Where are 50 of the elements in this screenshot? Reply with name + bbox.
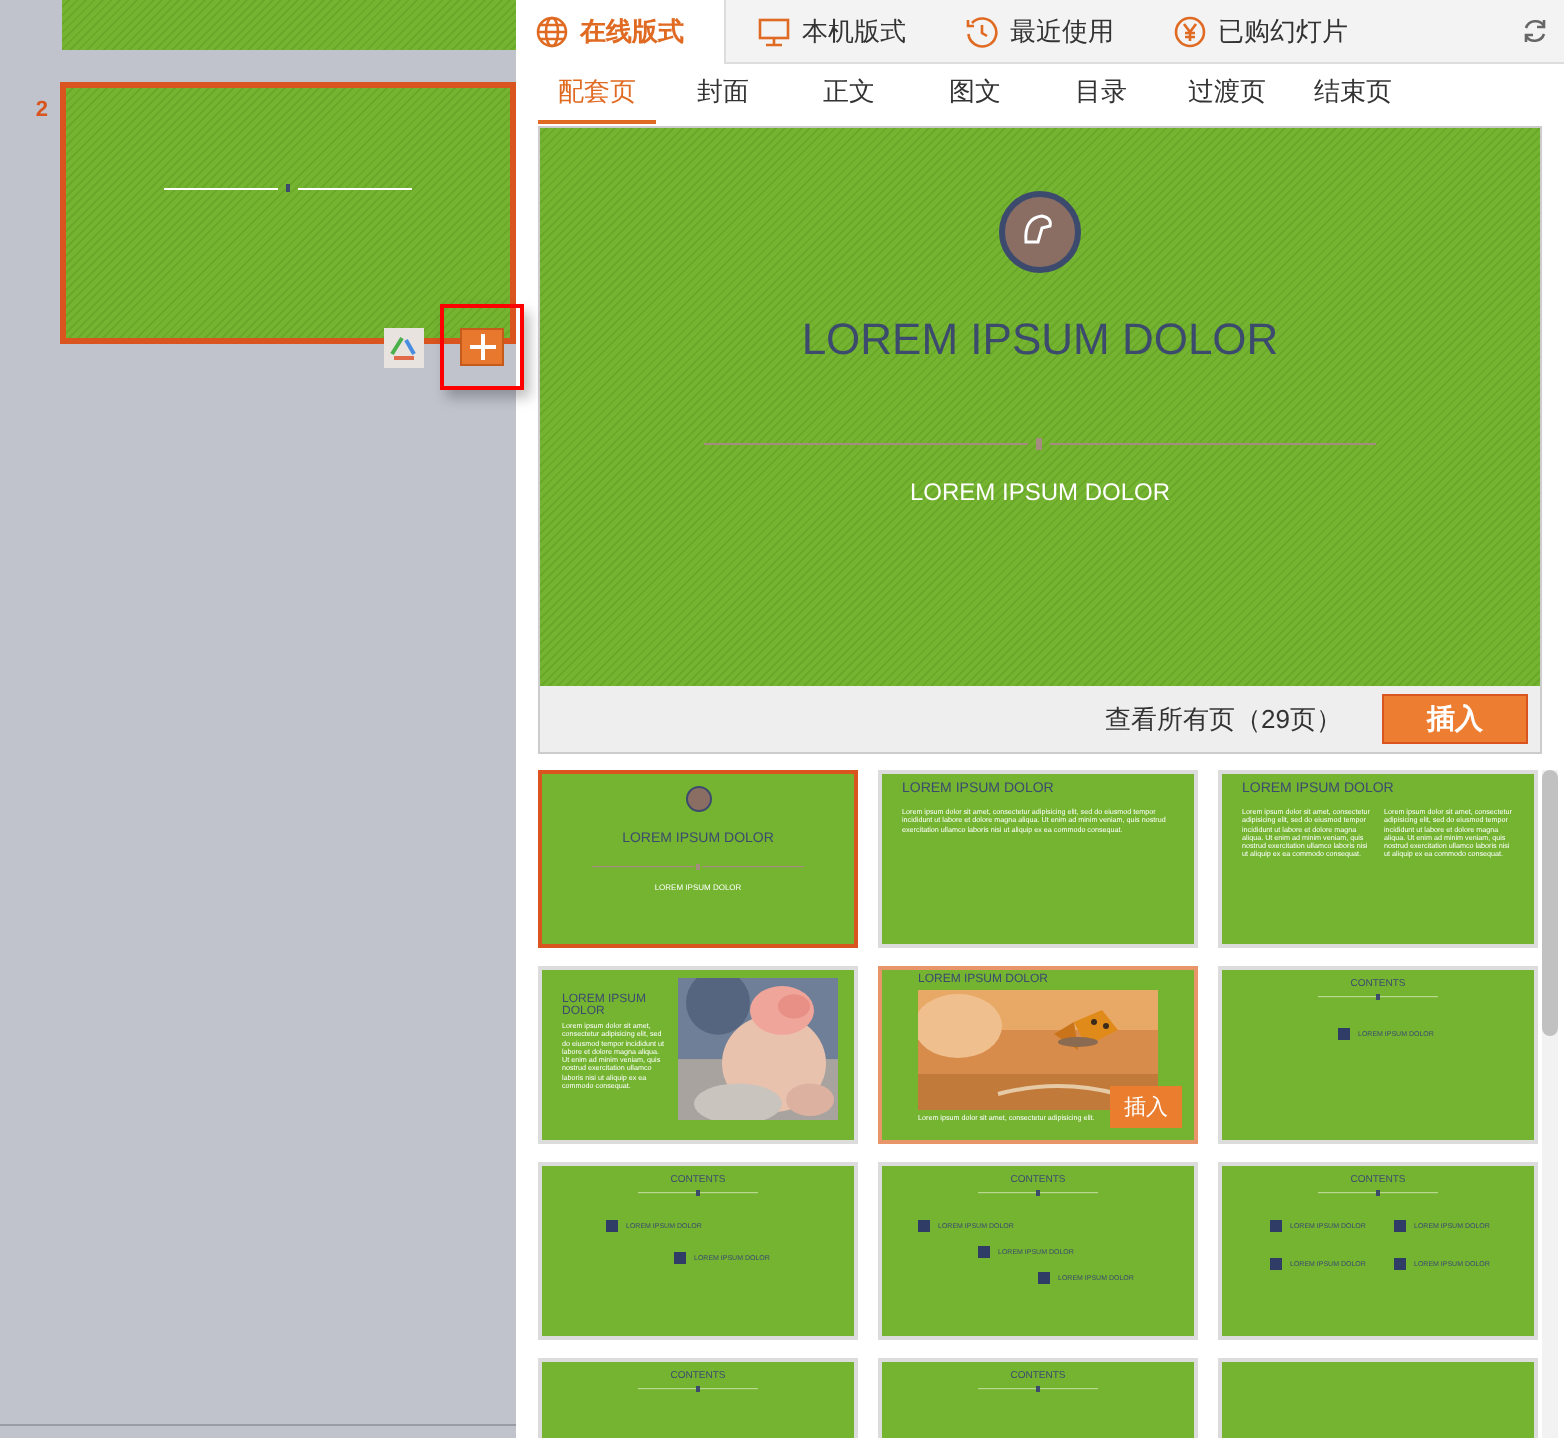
scrollbar[interactable] [1542, 770, 1558, 1438]
slide-number: 2 [35, 98, 48, 122]
category-tab[interactable]: 封面 [664, 64, 782, 124]
divider-line-drawing [638, 1386, 758, 1392]
slide-thumbnail[interactable] [60, 82, 516, 344]
view-all-pages-link[interactable]: 查看所有页（29页） [1105, 701, 1342, 737]
item-badge-icon [1394, 1258, 1406, 1270]
tab[interactable]: 最近使用 [946, 0, 1142, 62]
plus-icon [469, 334, 495, 360]
insert-button[interactable]: 插入 [1110, 1086, 1182, 1128]
emblem-icon [998, 190, 1082, 274]
item-badge-icon [1394, 1220, 1406, 1232]
yen-icon [1174, 15, 1206, 47]
clock-icon [966, 15, 998, 47]
slide-template-card[interactable] [1218, 770, 1538, 948]
scrollbar-thumb[interactable] [1542, 770, 1558, 1036]
divider-line-drawing [1318, 994, 1438, 1000]
globe-icon [536, 16, 568, 48]
item-badge-icon [1270, 1220, 1282, 1232]
slide-thumbnail[interactable] [62, 0, 516, 50]
tab[interactable]: 已购幻灯片 [1154, 0, 1376, 62]
divider-line-drawing [638, 1190, 758, 1196]
insert-button[interactable]: 插入 [1382, 694, 1528, 744]
divider-line-drawing [978, 1190, 1098, 1196]
category-tab[interactable]: 配套页 [538, 64, 656, 124]
monitor-icon [758, 15, 790, 47]
category-tab[interactable]: 结束页 [1294, 64, 1412, 124]
category-tab[interactable]: 图文 [916, 64, 1034, 124]
category-tab[interactable]: 正文 [790, 64, 908, 124]
slide-title: LOREM IPSUM DOLOR [801, 314, 1279, 366]
tab[interactable]: 在线版式 [516, 0, 726, 64]
animation-icon[interactable] [384, 327, 424, 367]
tab[interactable]: 本机版式 [738, 0, 934, 62]
item-badge-icon [606, 1220, 618, 1232]
add-button[interactable] [460, 328, 504, 366]
item-badge-icon [978, 1246, 990, 1258]
slide-template-card[interactable] [538, 966, 858, 1144]
slide-template-card[interactable] [878, 770, 1198, 948]
category-tab[interactable]: 目录 [1042, 64, 1160, 124]
slide-subtitle: LOREM IPSUM DOLOR [909, 478, 1171, 506]
divider-line-drawing [978, 1386, 1098, 1392]
item-badge-icon [1038, 1272, 1050, 1284]
category-tab[interactable]: 过渡页 [1168, 64, 1286, 124]
item-badge-icon [674, 1252, 686, 1264]
refresh-icon[interactable] [1522, 18, 1548, 44]
emblem-icon [685, 786, 711, 812]
item-badge-icon [918, 1220, 930, 1232]
item-badge-icon [1270, 1258, 1282, 1270]
divider-line-drawing [1318, 1190, 1438, 1196]
item-badge-icon [1338, 1028, 1350, 1040]
